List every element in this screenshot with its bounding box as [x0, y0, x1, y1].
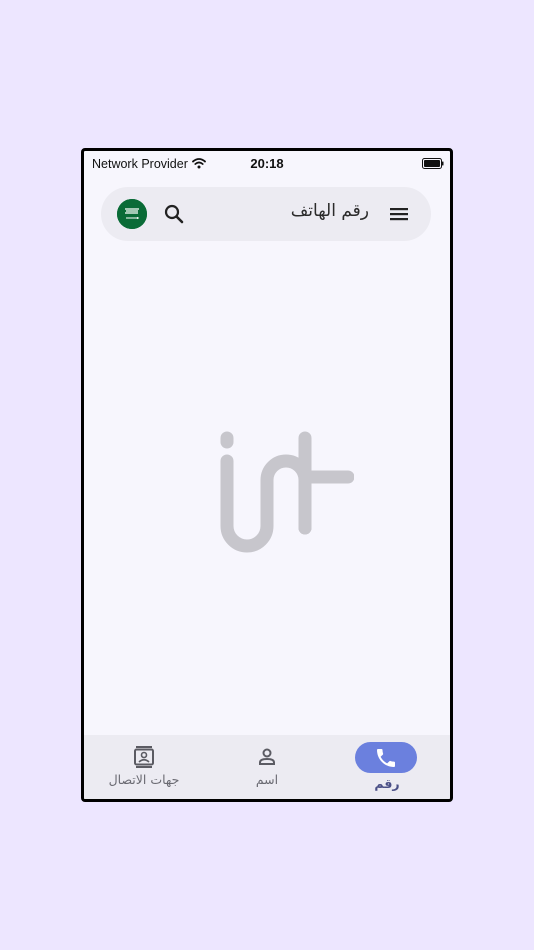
contacts-icon	[134, 746, 154, 768]
search-icon[interactable]	[162, 202, 186, 226]
status-bar: Network Provider 20:18	[84, 151, 450, 179]
nav-item-name[interactable]: اسم	[207, 735, 327, 799]
battery-icon	[422, 158, 444, 169]
nav-item-contacts[interactable]: جهات الاتصال	[84, 735, 204, 799]
person-icon	[259, 748, 275, 765]
phone-frame: Network Provider 20:18 رقم الهاتف جهات ا…	[81, 148, 453, 802]
bottom-navigation: جهات الاتصال اسم رقم	[84, 735, 450, 799]
nav-label-contacts: جهات الاتصال	[108, 772, 180, 787]
clock-time: 20:18	[250, 156, 284, 171]
phone-icon	[377, 749, 395, 767]
saudi-flag-icon[interactable]	[117, 199, 147, 229]
search-title[interactable]: رقم الهاتف	[291, 201, 369, 221]
menu-icon[interactable]	[387, 202, 411, 226]
brand-logo	[220, 431, 354, 553]
nav-item-number[interactable]: رقم	[327, 735, 447, 799]
search-bar[interactable]: رقم الهاتف	[101, 187, 431, 241]
nav-label-number: رقم	[374, 776, 400, 791]
nav-label-name: اسم	[255, 772, 279, 787]
